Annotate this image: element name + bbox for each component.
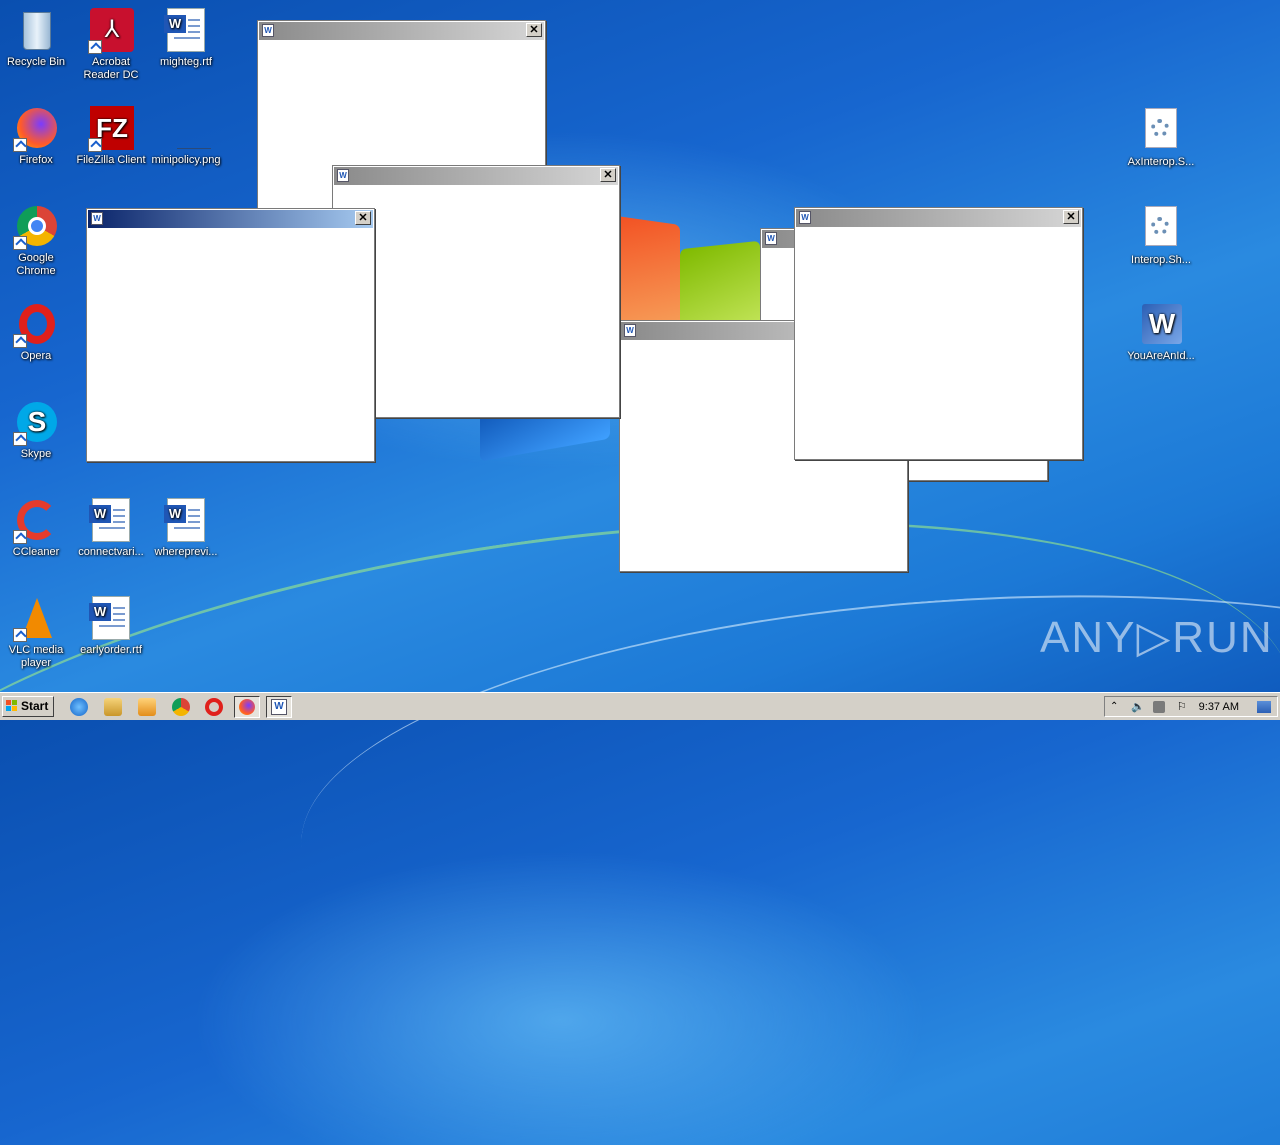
title-bar[interactable]: W ✕	[796, 209, 1081, 227]
action-center-flag-icon[interactable]: ⚐	[1177, 701, 1189, 713]
desktop-icon-minipolicy[interactable]: minipolicy.png	[148, 106, 224, 167]
word-document-icon: W	[88, 498, 134, 544]
volume-icon[interactable]: 🔈	[1131, 701, 1145, 713]
title-bar[interactable]: W ✕	[334, 167, 618, 185]
word-icon: W	[262, 24, 274, 37]
close-button[interactable]: ✕	[600, 168, 616, 182]
firefox-icon	[239, 699, 255, 715]
desktop-icon-filezilla[interactable]: FZ FileZilla Client	[73, 106, 149, 167]
word-document-icon: W	[88, 596, 134, 642]
close-button[interactable]: ✕	[1063, 210, 1079, 224]
acrobat-icon: ⅄	[88, 8, 134, 54]
windows-flag-icon	[6, 700, 18, 712]
popup-window-5-active[interactable]: W ✕	[86, 208, 375, 462]
chrome-icon	[13, 204, 59, 250]
system-tray: ⌃ 🔈 ⚐ 9:37 AM	[1104, 696, 1278, 717]
desktop-icon-recycle-bin[interactable]: Recycle Bin	[0, 8, 74, 69]
firefox-icon	[13, 106, 59, 152]
dll-file-icon	[1138, 108, 1184, 154]
show-desktop-icon[interactable]	[1257, 701, 1271, 713]
taskbar-button-firefox[interactable]	[234, 696, 260, 718]
desktop-icon-ccleaner[interactable]: CCleaner	[0, 498, 74, 559]
anyrun-watermark: ANY▷RUN	[1040, 613, 1274, 662]
desktop-icon-axinterop[interactable]: AxInterop.S...	[1123, 108, 1199, 169]
popup-window-4[interactable]: W ✕	[332, 165, 620, 418]
word-icon: W	[799, 211, 811, 224]
desktop-icon-acrobat[interactable]: ⅄ Acrobat Reader DC	[73, 8, 149, 82]
taskbar-button-word[interactable]: W	[266, 696, 292, 718]
media-player-icon[interactable]	[138, 698, 156, 716]
network-icon[interactable]	[1153, 701, 1165, 713]
taskbar: Start W ⌃ 🔈 ⚐ 9:37 AM	[0, 692, 1280, 720]
clock[interactable]: 9:37 AM	[1199, 701, 1239, 713]
recycle-bin-icon	[13, 8, 59, 54]
chrome-icon[interactable]	[172, 698, 190, 716]
show-hidden-icons-icon[interactable]: ⌃	[1110, 701, 1122, 713]
image-file-icon	[163, 106, 211, 152]
word-icon: W	[765, 232, 777, 245]
desktop-icon-whereprevi[interactable]: W whereprevi...	[148, 498, 224, 559]
desktop-icon-google-chrome[interactable]: Google Chrome	[0, 204, 74, 278]
desktop-icon-youareanid[interactable]: W YouAreAnId...	[1123, 302, 1199, 363]
filezilla-icon: FZ	[88, 106, 134, 152]
desktop-icon-interop[interactable]: Interop.Sh...	[1123, 206, 1199, 267]
explorer-icon[interactable]	[104, 698, 122, 716]
word-icon: W	[91, 212, 103, 225]
desktop-icon-mighteg[interactable]: W mighteg.rtf	[148, 8, 224, 69]
dll-file-icon	[1138, 206, 1184, 252]
word-icon: W	[337, 169, 349, 182]
title-bar[interactable]: W ✕	[259, 22, 544, 40]
word-icon: W	[271, 699, 287, 715]
close-button[interactable]: ✕	[355, 211, 371, 225]
word-icon: W	[624, 324, 636, 337]
word-app-icon: W	[1138, 302, 1184, 348]
opera-icon[interactable]	[205, 698, 223, 716]
ie-icon[interactable]	[70, 698, 88, 716]
desktop-icon-firefox[interactable]: Firefox	[0, 106, 74, 167]
ccleaner-icon	[13, 498, 59, 544]
start-button[interactable]: Start	[2, 696, 54, 717]
word-document-icon: W	[163, 498, 209, 544]
close-button[interactable]: ✕	[526, 23, 542, 37]
title-bar[interactable]: W ✕	[88, 210, 373, 228]
desktop-icon-vlc[interactable]: VLC media player	[0, 596, 74, 670]
popup-window-6[interactable]: W ✕	[794, 207, 1083, 460]
word-document-icon: W	[163, 8, 209, 54]
vlc-icon	[13, 596, 59, 642]
desktop-icon-connectvari[interactable]: W connectvari...	[73, 498, 149, 559]
desktop-icon-earlyorder[interactable]: W earlyorder.rtf	[73, 596, 149, 657]
